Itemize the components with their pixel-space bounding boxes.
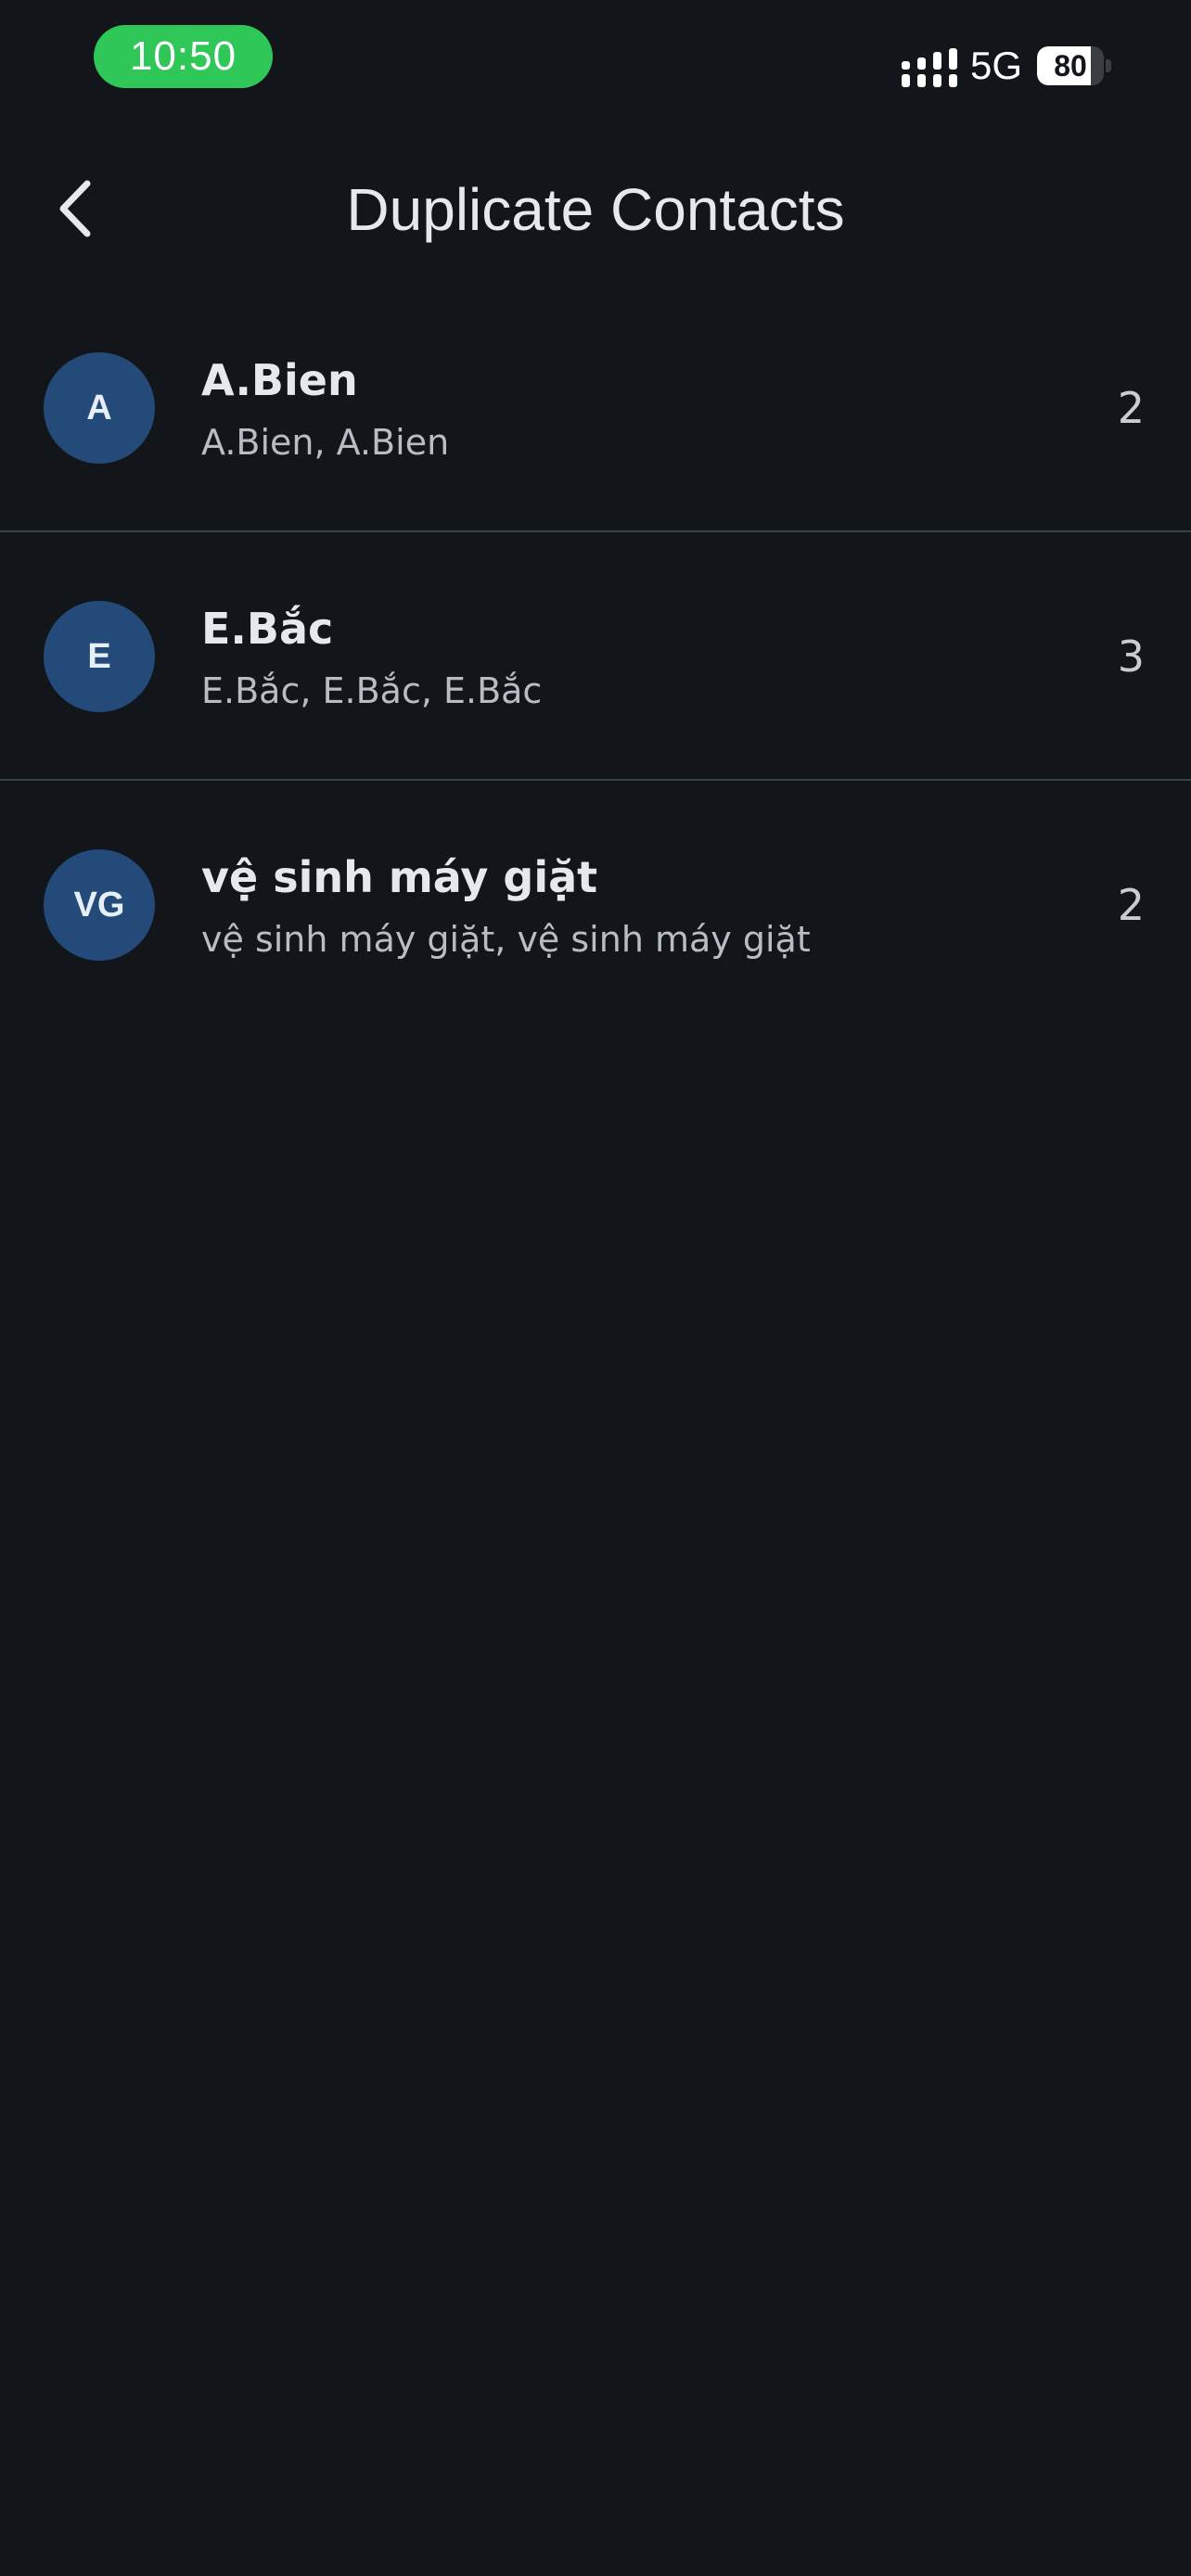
cellular-signal-icon xyxy=(902,48,957,87)
contact-name: A.Bien xyxy=(201,355,358,405)
battery-body: 80 xyxy=(1037,46,1104,85)
battery-level-label: 80 xyxy=(1054,49,1087,83)
avatar: E xyxy=(44,601,155,712)
duplicate-count: 2 xyxy=(1117,880,1145,930)
page-title: Duplicate Contacts xyxy=(346,176,845,243)
duplicate-contacts-screen: 10:50 5G 80 Duplicate Contacts A A.Bien … xyxy=(0,0,1191,2576)
header: Duplicate Contacts xyxy=(0,139,1191,278)
duplicate-names: vệ sinh máy giặt, vệ sinh máy giặt xyxy=(201,919,811,960)
duplicate-contacts-list: A A.Bien A.Bien, A.Bien 2 E E.Bắc E.Bắc,… xyxy=(0,284,1191,1027)
status-bar: 10:50 5G 80 xyxy=(0,0,1191,121)
contact-name: vệ sinh máy giặt xyxy=(201,852,598,902)
list-item[interactable]: A A.Bien A.Bien, A.Bien 2 xyxy=(0,284,1191,530)
battery-charging-icon: 80 xyxy=(1037,46,1115,85)
duplicate-count: 3 xyxy=(1117,631,1145,682)
contact-name: E.Bắc xyxy=(201,604,334,654)
avatar: A xyxy=(44,352,155,464)
list-item[interactable]: E E.Bắc E.Bắc, E.Bắc, E.Bắc 3 xyxy=(0,530,1191,779)
list-item[interactable]: VG vệ sinh máy giặt vệ sinh máy giặt, vệ… xyxy=(0,779,1191,1027)
duplicate-count: 2 xyxy=(1117,383,1145,433)
duplicate-names: E.Bắc, E.Bắc, E.Bắc xyxy=(201,670,543,711)
battery-tip xyxy=(1106,59,1111,72)
status-time[interactable]: 10:50 xyxy=(94,25,273,88)
duplicate-names: A.Bien, A.Bien xyxy=(201,422,450,463)
avatar: VG xyxy=(44,849,155,961)
network-type-label: 5G xyxy=(970,44,1023,87)
